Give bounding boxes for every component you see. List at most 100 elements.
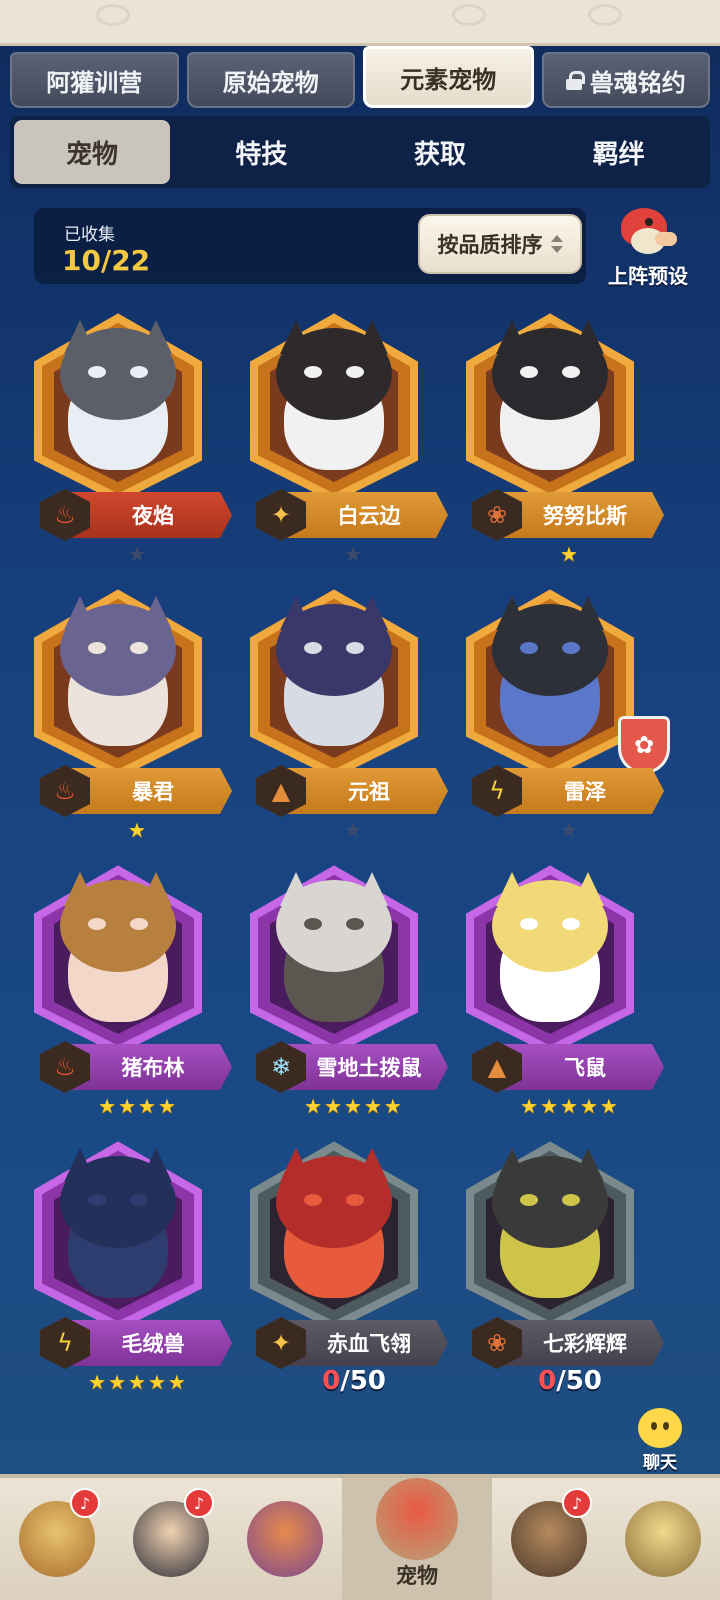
- tab-element-pets[interactable]: 元素宠物: [363, 46, 534, 108]
- bottom-nav-bar: ♪ ♪ 宠物 ♪: [0, 1474, 720, 1600]
- subtab-obtain[interactable]: 获取: [351, 118, 530, 186]
- nav-item-raccoon[interactable]: ♪: [492, 1478, 606, 1600]
- star-icon: ★: [88, 1370, 109, 1394]
- star-icon: ★: [560, 542, 580, 566]
- star-icon: ★: [344, 1094, 364, 1118]
- star-rating: ★★★★: [18, 1094, 258, 1118]
- star-icon: ★: [579, 1094, 600, 1118]
- star-icon: ★: [98, 1094, 119, 1118]
- pet-portrait: [264, 1148, 404, 1308]
- pet-name: 暴君: [132, 780, 174, 804]
- tab-beast-soul-pact[interactable]: 兽魂铭约: [541, 52, 710, 108]
- pet-portrait: [48, 872, 188, 1032]
- subtab-pets[interactable]: 宠物: [14, 120, 170, 184]
- pet-name: 夜焰: [132, 504, 174, 528]
- pet-portrait: [48, 1148, 188, 1308]
- star-icon: ★: [560, 1094, 580, 1118]
- pet-name: 雷泽: [564, 780, 606, 804]
- decor-swirl-icon: [588, 4, 622, 26]
- subtab-label: 特技: [235, 139, 288, 170]
- tab-label: 元素宠物: [400, 65, 497, 94]
- sort-button-label: 按品质排序: [437, 233, 543, 257]
- star-rating: ★: [450, 542, 690, 566]
- shard-current: 0: [322, 1366, 341, 1396]
- tab-label: 原始宠物: [222, 68, 319, 97]
- shard-total: /50: [340, 1366, 386, 1396]
- tab-primitive-pets[interactable]: 原始宠物: [186, 52, 355, 108]
- chat-button[interactable]: 聊天: [610, 1408, 710, 1473]
- tab-label: 兽魂铭约: [589, 68, 686, 97]
- decor-swirl-icon: [96, 4, 130, 26]
- star-icon: ★: [147, 1370, 168, 1394]
- pet-name: 毛绒兽: [121, 1332, 185, 1356]
- pet-portrait: [480, 1148, 620, 1308]
- pet-name: 七彩辉辉: [543, 1332, 627, 1356]
- shard-current: 0: [538, 1366, 557, 1396]
- notification-bell-icon: ♪: [562, 1488, 592, 1518]
- star-rating: ★: [234, 542, 474, 566]
- pet-card[interactable]: 毛绒兽 ϟ ★★★★★: [18, 1134, 218, 1404]
- pet-card[interactable]: 暴君 ♨ ★: [18, 582, 218, 852]
- pet-card[interactable]: 元祖 ▲ ★: [234, 582, 434, 852]
- pet-card[interactable]: 努努比斯 ❀ ★: [450, 306, 650, 576]
- star-icon: ★: [383, 1094, 404, 1118]
- star-rating: ★★★★★: [234, 1094, 474, 1118]
- sub-tab-bar: 宠物 特技 获取 羁绊: [10, 116, 710, 188]
- star-icon: ★: [167, 1370, 188, 1394]
- pet-card[interactable]: 七彩辉辉 ❀ 0/50: [450, 1134, 650, 1404]
- tab-ahuan-camp[interactable]: 阿獾训营: [10, 52, 179, 108]
- star-icon: ★: [599, 1094, 620, 1118]
- pet-card[interactable]: 雪地土拨鼠 ❄ ★★★★★: [234, 858, 434, 1128]
- nav-label: 宠物: [396, 1564, 438, 1588]
- chat-label: 聊天: [643, 1453, 677, 1473]
- nav-item-tribe[interactable]: ♪: [0, 1478, 114, 1600]
- decor-swirl-icon: [452, 4, 486, 26]
- pet-name: 白云边: [337, 504, 401, 528]
- collection-label: 已收集: [64, 225, 115, 245]
- star-icon: ★: [304, 1094, 325, 1118]
- notification-bell-icon: ♪: [184, 1488, 214, 1518]
- pet-card[interactable]: 赤血飞翎 ✦ 0/50: [234, 1134, 434, 1404]
- subtab-label: 羁绊: [592, 139, 645, 170]
- preset-label: 上阵预设: [608, 264, 688, 288]
- pet-card[interactable]: 猪布林 ♨ ★★★★: [18, 858, 218, 1128]
- top-parchment-strip: [0, 0, 720, 46]
- sort-icon: [550, 234, 563, 254]
- pet-card[interactable]: 白云边 ✦ ★: [234, 306, 434, 576]
- star-icon: ★: [560, 818, 580, 842]
- star-icon: ★: [128, 818, 148, 842]
- star-icon: ★: [157, 1094, 178, 1118]
- pet-portrait: [480, 320, 620, 480]
- star-icon: ★: [363, 1094, 384, 1118]
- pet-portrait: [264, 872, 404, 1032]
- subtab-bonds[interactable]: 羁绊: [529, 118, 708, 186]
- star-rating: ★: [234, 818, 474, 842]
- pet-card[interactable]: ✿ 雷泽 ϟ ★: [450, 582, 670, 852]
- star-icon: ★: [108, 1370, 129, 1394]
- pet-portrait: [48, 596, 188, 756]
- sort-by-quality-button[interactable]: 按品质排序: [418, 214, 582, 274]
- star-icon: ★: [138, 1094, 158, 1118]
- pet-card[interactable]: 夜焰 ♨ ★: [18, 306, 218, 576]
- pet-name: 元祖: [348, 780, 390, 804]
- pet-name: 赤血飞翎: [327, 1332, 411, 1356]
- subtab-skills[interactable]: 特技: [172, 118, 351, 186]
- pet-portrait: [48, 320, 188, 480]
- lineup-preset-button[interactable]: 上阵预设: [592, 204, 704, 288]
- nav-item-totem[interactable]: [228, 1478, 342, 1600]
- pet-card[interactable]: 飞鼠 ▲ ★★★★★: [450, 858, 650, 1128]
- pet-portrait: [480, 872, 620, 1032]
- star-rating: ★: [450, 818, 690, 842]
- pet-name: 猪布林: [121, 1056, 185, 1080]
- nav-item-shop[interactable]: [606, 1478, 720, 1600]
- main-tab-bar: 阿獾训营 原始宠物 元素宠物 兽魂铭约: [10, 46, 710, 112]
- tab-label: 阿獾训营: [46, 68, 143, 97]
- nav-item-character[interactable]: ♪: [114, 1478, 228, 1600]
- pet-portrait: [264, 320, 404, 480]
- pet-portrait: [480, 596, 620, 756]
- star-icon: ★: [128, 1370, 148, 1394]
- subtab-label: 宠物: [65, 139, 118, 170]
- notification-bell-icon: ♪: [70, 1488, 100, 1518]
- star-icon: ★: [344, 818, 364, 842]
- nav-item-pet[interactable]: 宠物: [342, 1478, 492, 1600]
